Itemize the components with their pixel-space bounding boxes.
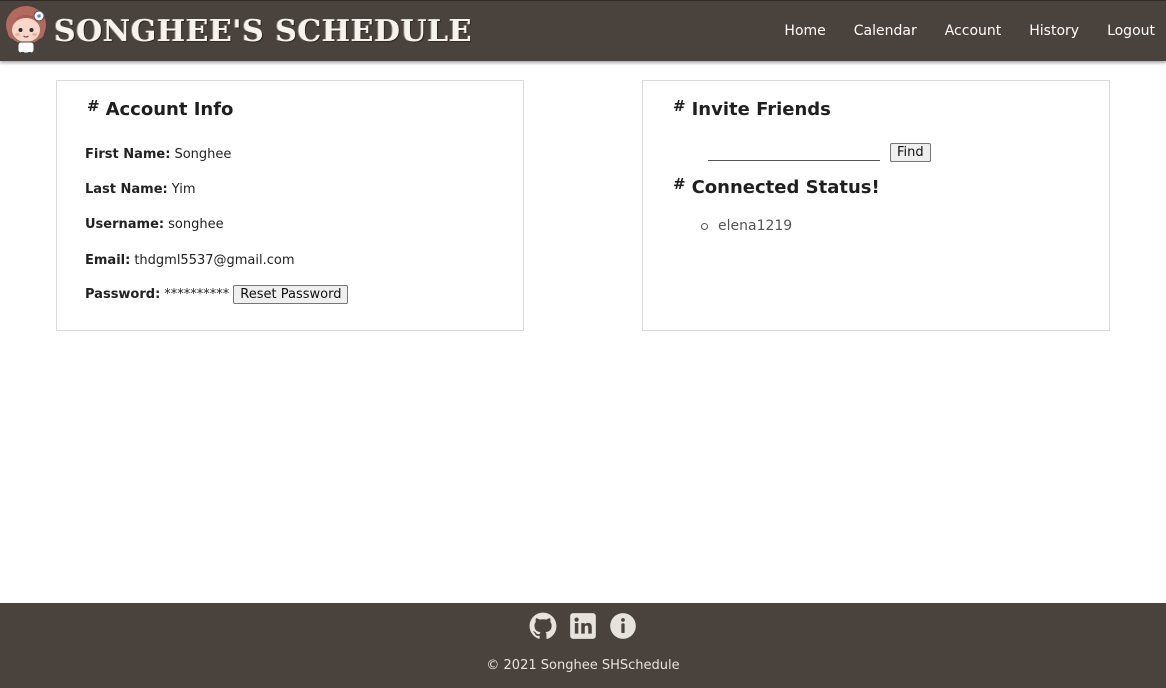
- brand[interactable]: SONGHEE'S SCHEDULE: [4, 1, 472, 61]
- copyright-text: © 2021 Songhee SHSchedule: [486, 658, 680, 673]
- password-value: **********: [164, 287, 230, 302]
- password-label: Password:: [85, 287, 161, 302]
- main-nav: Home Calendar Account History Logout: [756, 1, 1166, 61]
- circle-bullet-icon: [701, 222, 708, 230]
- github-icon[interactable]: [529, 612, 557, 640]
- invite-friends-heading: # Invite Friends: [673, 96, 831, 121]
- nav-calendar-link[interactable]: Calendar: [854, 23, 917, 39]
- invite-search-row: Find: [708, 143, 931, 162]
- first-name-value: Songhee: [174, 147, 232, 162]
- invite-friends-title: Invite Friends: [691, 99, 831, 120]
- account-info-card: # Account Info First Name: Songhee Last …: [56, 80, 524, 331]
- app-title: SONGHEE'S SCHEDULE: [54, 13, 473, 49]
- username-field: Username: songhee: [85, 217, 224, 232]
- email-value: thdgml5537@gmail.com: [134, 253, 295, 268]
- hash-icon: #: [87, 96, 100, 115]
- username-value: songhee: [168, 217, 224, 232]
- last-name-value: Yim: [171, 182, 196, 197]
- nav-home-link[interactable]: Home: [784, 23, 825, 39]
- friend-username: elena1219: [718, 218, 793, 234]
- reset-password-button[interactable]: Reset Password: [233, 285, 349, 304]
- site-footer: © 2021 Songhee SHSchedule: [0, 603, 1166, 688]
- info-icon[interactable]: [609, 612, 637, 640]
- first-name-field: First Name: Songhee: [85, 147, 231, 162]
- first-name-label: First Name:: [85, 147, 171, 162]
- nav-logout-link[interactable]: Logout: [1107, 23, 1155, 39]
- account-info-heading: # Account Info: [87, 96, 234, 121]
- girl-avatar-icon: [6, 6, 46, 58]
- invite-friends-card: # Invite Friends Find # Connected Status…: [642, 80, 1110, 331]
- list-item: elena1219: [701, 218, 792, 234]
- top-navbar: SONGHEE'S SCHEDULE Home Calendar Account…: [0, 0, 1166, 61]
- hash-icon: #: [673, 96, 686, 115]
- nav-history-link[interactable]: History: [1029, 23, 1079, 39]
- last-name-field: Last Name: Yim: [85, 182, 196, 197]
- email-label: Email:: [85, 253, 131, 268]
- friend-search-input[interactable]: [708, 144, 880, 161]
- hash-icon: #: [673, 174, 686, 193]
- last-name-label: Last Name:: [85, 182, 168, 197]
- find-button[interactable]: Find: [890, 143, 931, 162]
- connected-status-heading: # Connected Status!: [673, 174, 880, 199]
- account-info-title: Account Info: [105, 99, 234, 120]
- footer-icons: [0, 612, 1166, 640]
- username-label: Username:: [85, 217, 165, 232]
- password-field: Password: ********** Reset Password: [85, 285, 349, 304]
- linkedin-icon[interactable]: [569, 612, 597, 640]
- nav-account-link[interactable]: Account: [945, 23, 1002, 39]
- connected-friends-list: elena1219: [701, 218, 792, 234]
- email-field: Email: thdgml5537@gmail.com: [85, 253, 295, 268]
- connected-status-title: Connected Status!: [691, 177, 880, 198]
